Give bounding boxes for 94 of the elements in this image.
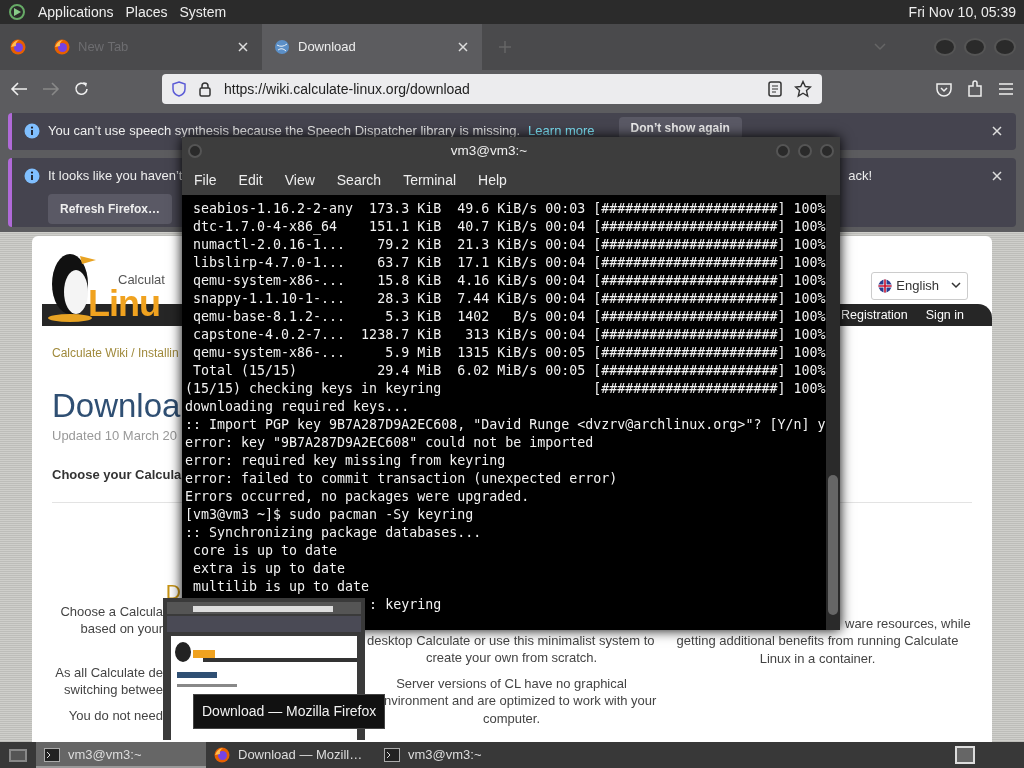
text-line: switching betwee <box>64 681 163 699</box>
terminal-line: numactl-2.0.16-1... 79.2 KiB 21.3 KiB/s 00:04 [######################] 100% <box>192 236 826 254</box>
updated-date: Updated 10 March 20 <box>52 426 178 445</box>
page-title: Downloa <box>52 386 181 426</box>
taskbar-item[interactable]: vm3@vm3:~ <box>36 742 206 768</box>
firefox-icon <box>214 747 230 763</box>
globe-icon <box>274 39 290 55</box>
back-icon[interactable] <box>10 81 28 97</box>
reader-view-icon[interactable] <box>768 81 782 97</box>
terminal-line: Errors occurred, no packages were upgraded. <box>185 488 531 506</box>
text-line: You do not need <box>68 706 163 725</box>
terminal-line: error: failed to commit transaction (unexpected error) <box>185 470 619 488</box>
text-line: computer. <box>482 709 541 728</box>
terminal-icon <box>384 748 400 762</box>
terminal-line: qemu-base-8.1.2-... 5.3 KiB 1402 B/s 00:04 [######################] 100% <box>192 308 826 326</box>
firefox-icon <box>54 39 70 55</box>
terminal-icon <box>44 748 60 762</box>
chevron-down-icon <box>951 282 961 290</box>
workspace-icon[interactable] <box>954 745 976 765</box>
terminal-line: extra is up to date <box>192 560 347 578</box>
terminal-line: seabios-1.16.2-2-any 173.3 KiB 49.6 KiB/s 00:03 [######################] 100% <box>192 200 826 218</box>
terminal-line: (15/15) checking keys in keyring [######################] 100% <box>185 380 826 398</box>
menu-item[interactable]: Help <box>470 169 515 191</box>
panel-menu[interactable]: Places <box>125 1 168 23</box>
close-icon[interactable] <box>990 168 1004 183</box>
text-line: Server versions of CL have no graphical <box>396 674 627 693</box>
firefox-icon[interactable] <box>10 39 26 55</box>
text-line: desktop Calculate or use this minimalist system to <box>367 631 655 650</box>
reload-icon[interactable] <box>74 81 90 97</box>
close-icon[interactable] <box>456 40 470 54</box>
bookmark-star-icon[interactable] <box>794 80 812 98</box>
terminal-line: error: key "9B7A287D9A2EC608" could not be imported <box>185 434 595 452</box>
uk-flag-icon <box>878 278 893 293</box>
terminal-line: capstone-4.0.2-7... 1238.7 KiB 313 KiB/s 00:04 [######################] 100% <box>192 326 826 344</box>
notification-message: ack! <box>848 166 872 185</box>
notification-message: You can’t use speech synthesis because the Speech Dispatcher library is missing. <box>48 122 521 141</box>
menu-item[interactable]: Edit <box>230 169 271 191</box>
menu-item[interactable]: File <box>186 169 225 191</box>
text-line: getting additional benefits from running Calculate <box>676 632 959 650</box>
terminal-line: :: Import PGP key 9B7A287D9A2EC608, "David Runge <dvzrv@archlinux.org>"? [Y/n] y <box>185 416 826 434</box>
text-line: As all Calculate de <box>55 663 163 682</box>
terminal-line: multilib is up to date <box>192 578 371 596</box>
terminal-line: error: required key missing from keyring <box>185 452 507 470</box>
info-icon <box>24 167 40 184</box>
panel-menu[interactable]: Applications <box>38 1 114 23</box>
scrollbar[interactable] <box>826 195 840 630</box>
show-desktop-icon[interactable] <box>8 746 28 764</box>
notification-button[interactable]: Don’t show again <box>618 117 742 139</box>
nav-link[interactable]: Sign in <box>925 305 964 325</box>
taskbar-item[interactable]: vm3@vm3:~ <box>376 742 546 768</box>
terminal-line: :: Synchronizing package databases... <box>185 524 483 542</box>
terminal-line: qemu-system-x86-... 15.8 KiB 4.16 KiB/s 00:04 [######################] 100% <box>192 272 826 290</box>
terminal-line: qemu-system-x86-... 5.9 MiB 1315 KiB/s 00:05 [######################] 100% <box>192 344 826 362</box>
pocket-icon[interactable] <box>936 81 952 97</box>
extensions-icon[interactable] <box>966 80 984 98</box>
clock: Fri Nov 10, 05:39 <box>908 2 1016 22</box>
learn-more-link[interactable]: Learn more <box>528 121 595 141</box>
panel-menu[interactable]: System <box>179 1 227 23</box>
text-line: create your own from scratch. <box>425 649 598 667</box>
nav-link[interactable]: Registration <box>841 305 908 325</box>
close-icon[interactable] <box>236 40 250 54</box>
window-title: vm3@vm3:~ <box>449 141 529 160</box>
text-line: Linux in a container. <box>759 649 876 668</box>
notification-button[interactable]: Refresh Firefox… <box>48 193 173 224</box>
taskbar-item[interactable]: Download — Mozill… <box>206 742 376 768</box>
close-icon[interactable] <box>990 124 1004 138</box>
text-line: ware resources, while <box>845 614 971 633</box>
menu-item[interactable]: View <box>276 169 323 191</box>
terminal-line: snappy-1.1.10-1-... 28.3 KiB 7.44 KiB/s 00:04 [######################] 100% <box>192 290 826 308</box>
notification-message: It looks like you haven’t <box>48 166 183 185</box>
terminal-line: [vm3@vm3 ~]$ sudo pacman -Sy keyring <box>185 506 475 524</box>
address-bar[interactable]: https://wiki.calculate-linux.org/download <box>162 74 822 104</box>
terminal-line: dtc-1.7.0-4-x86_64 151.1 KiB 40.7 KiB/s 00:04 [######################] 100% <box>192 218 826 236</box>
text-line: based on your <box>80 620 163 638</box>
distro-logo-icon[interactable] <box>8 3 26 21</box>
terminal-line: downloading required keys... <box>185 398 411 416</box>
logo-text: Calculat <box>118 273 165 286</box>
menu-item[interactable]: Terminal <box>395 169 465 191</box>
terminal-line: : keyring <box>368 596 443 614</box>
lock-icon[interactable] <box>198 81 212 97</box>
info-icon <box>24 123 40 139</box>
browser-tab[interactable]: Download <box>262 24 482 70</box>
language-select[interactable]: English <box>871 272 968 300</box>
menu-item[interactable]: Search <box>328 169 390 191</box>
terminal-line: libslirp-4.7.0-1... 63.7 KiB 17.1 KiB/s 00:04 [######################] 100% <box>192 254 826 272</box>
terminal-line: core is up to date <box>192 542 339 560</box>
scrollbar-thumb[interactable] <box>828 475 838 615</box>
text-line: Choose a Calcula <box>60 602 163 621</box>
text-line: nvironment and are optimized to work with your <box>384 692 657 710</box>
shield-icon[interactable] <box>172 81 186 97</box>
terminal-line: Total (15/15) 29.4 MiB 6.02 MiB/s 00:05 [######################] 100% <box>192 362 826 380</box>
tooltip: Download — Mozilla Firefox <box>193 694 386 729</box>
breadcrumb-link[interactable]: Calculate Wiki / Installin <box>52 344 179 362</box>
menu-icon[interactable] <box>998 82 1014 96</box>
